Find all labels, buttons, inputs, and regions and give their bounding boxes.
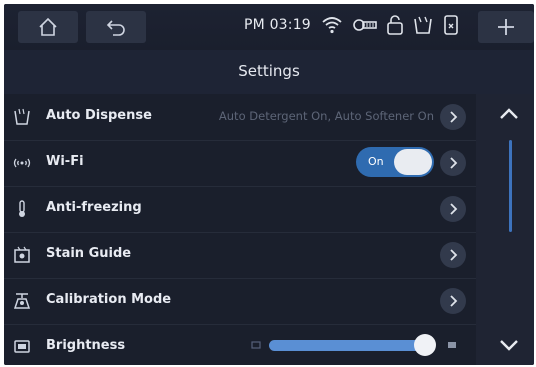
back-button[interactable]: [86, 11, 146, 43]
chevron-right-icon: [450, 249, 458, 261]
chevron-right-button[interactable]: [440, 104, 466, 130]
chevron-right-icon: [450, 203, 458, 215]
setting-calibration-mode[interactable]: Calibration Mode: [4, 278, 476, 325]
chevron-right-button[interactable]: [440, 150, 466, 176]
home-icon: [39, 17, 57, 36]
scroll-sidebar: [476, 94, 534, 365]
brightness-slider-track[interactable]: [269, 340, 431, 351]
scrollbar-thumb[interactable]: [509, 140, 512, 232]
washer-settings-screen: PM 03:19 Settings Auto Dispense Auto Det…: [4, 4, 534, 365]
brightness-slider-knob[interactable]: [414, 334, 436, 356]
setting-label: Brightness: [46, 338, 126, 353]
setting-anti-freezing[interactable]: Anti-freezing: [4, 186, 476, 233]
key-icon: [353, 19, 377, 31]
toggle-state: On: [368, 155, 384, 168]
scroll-up-icon[interactable]: [498, 106, 520, 122]
wifi-icon: [322, 17, 342, 34]
chevron-right-icon: [450, 157, 458, 169]
detergent-icon: [414, 16, 432, 34]
setting-value: Auto Detergent On, Auto Softener On: [218, 109, 434, 123]
setting-label: Calibration Mode: [46, 292, 172, 307]
thermometer-icon: [19, 200, 25, 217]
setting-label: Stain Guide: [46, 246, 132, 261]
chevron-right-button[interactable]: [440, 196, 466, 222]
setting-label: Anti-freezing: [46, 200, 142, 215]
setting-brightness[interactable]: Brightness: [4, 324, 476, 365]
clock: PM 03:19: [244, 17, 311, 33]
setting-label: Auto Dispense: [46, 108, 152, 123]
setting-stain-guide[interactable]: Stain Guide: [4, 232, 476, 279]
chevron-right-icon: [450, 295, 458, 307]
brightness-icon: [14, 340, 30, 353]
toggle-knob: [394, 149, 432, 175]
brightness-high-icon: [448, 342, 456, 348]
add-button[interactable]: [478, 11, 534, 43]
auto-dispense-icon: [14, 108, 30, 125]
page-title: Settings: [238, 62, 300, 80]
wifi-signal-icon: [13, 158, 31, 168]
brightness-low-icon: [251, 341, 261, 349]
back-icon: [106, 20, 125, 36]
plus-icon: [498, 19, 514, 35]
phone-icon: [444, 15, 458, 35]
setting-label: Wi-Fi: [46, 154, 84, 169]
setting-wifi[interactable]: Wi-Fi On: [4, 140, 476, 187]
status-icons: [320, 14, 460, 36]
settings-list: Auto Dispense Auto Detergent On, Auto So…: [4, 94, 476, 365]
scroll-down-icon[interactable]: [498, 337, 520, 353]
chevron-right-button[interactable]: [440, 288, 466, 314]
wifi-toggle[interactable]: On: [356, 147, 434, 177]
lock-icon: [387, 15, 403, 35]
setting-auto-dispense[interactable]: Auto Dispense Auto Detergent On, Auto So…: [4, 94, 476, 141]
chevron-right-button[interactable]: [440, 242, 466, 268]
chevron-right-icon: [450, 111, 458, 123]
stain-guide-icon: [14, 246, 30, 263]
home-button[interactable]: [18, 11, 78, 43]
scale-icon: [13, 293, 31, 309]
top-bar: PM 03:19: [4, 4, 534, 50]
